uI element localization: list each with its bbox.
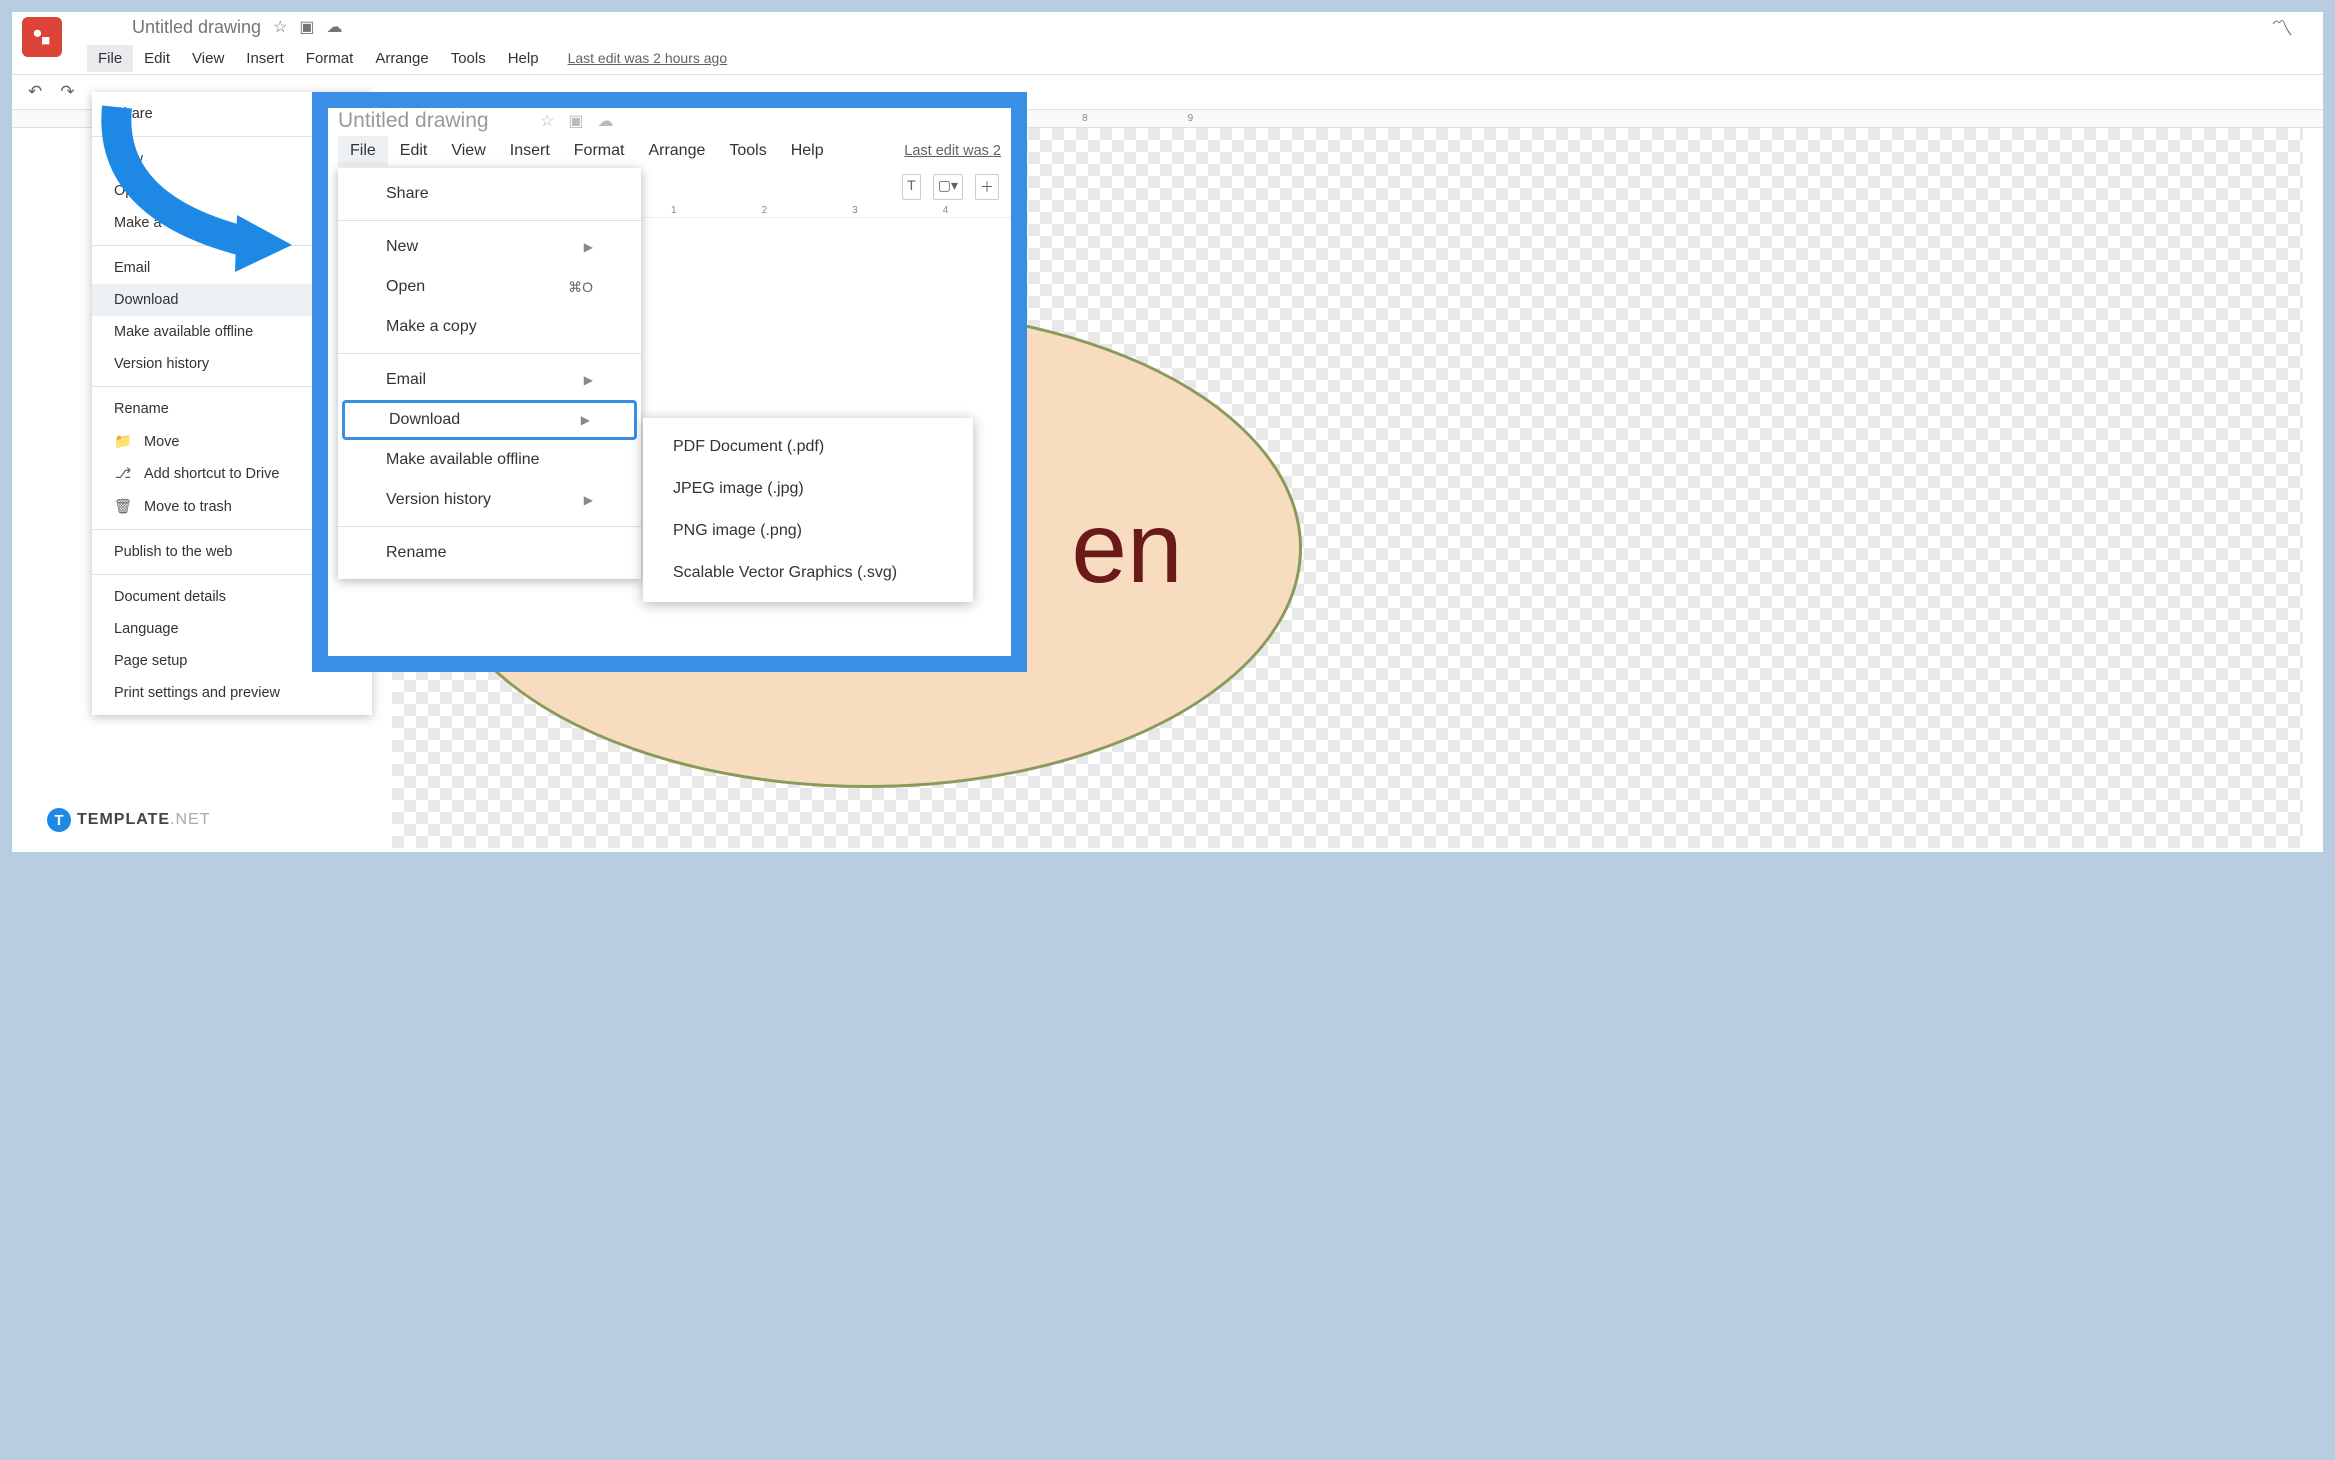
shortcut-icon: ⎇ [114, 466, 132, 482]
callout-overlay: Untitled drawing ☆ ▣ ☁ File Edit View In… [312, 92, 1027, 672]
annotation-arrow [87, 97, 297, 277]
watermark-icon: T [47, 808, 71, 832]
ruler-tick: 8 [1082, 113, 1088, 124]
callout-ruler: 1 2 3 4 [641, 204, 1011, 218]
chevron-right-icon: ▶ [584, 240, 593, 254]
menu-help[interactable]: Help [497, 45, 550, 72]
menu-format[interactable]: Format [295, 45, 365, 72]
download-pdf[interactable]: PDF Document (.pdf) [643, 426, 973, 468]
callout-menu-format[interactable]: Format [562, 136, 637, 166]
image-icon[interactable]: ▢▾ [933, 174, 963, 200]
watermark: T TEMPLATE.NET [47, 808, 210, 832]
document-title[interactable]: Untitled drawing [132, 17, 261, 38]
callout-menu-view[interactable]: View [439, 136, 497, 166]
callout-last-edit[interactable]: Last edit was 2 [904, 143, 1001, 159]
callout-menu-help[interactable]: Help [779, 136, 836, 166]
shortcut-label: ⌘O [568, 279, 593, 296]
callout-doc-title: Untitled drawing [338, 109, 528, 133]
chevron-right-icon: ▶ [581, 413, 590, 427]
redo-icon[interactable]: ↷ [54, 78, 80, 106]
callout-file-rename[interactable]: Rename [338, 533, 641, 573]
callout-menu-insert[interactable]: Insert [498, 136, 562, 166]
callout-file-download[interactable]: Download▶ [342, 400, 637, 440]
callout-file-version[interactable]: Version history▶ [338, 480, 641, 520]
callout-file-email[interactable]: Email▶ [338, 360, 641, 400]
chevron-right-icon: ▶ [584, 373, 593, 387]
title-bar: Untitled drawing ☆ ▣ ☁ 〽 [12, 12, 2323, 42]
callout-toolbar: T ▢▾ ＋ [890, 168, 1011, 206]
menu-edit[interactable]: Edit [133, 45, 181, 72]
chevron-right-icon: ▶ [584, 493, 593, 507]
comment-icon[interactable]: ＋ [975, 174, 999, 200]
oval-text: en [1071, 491, 1182, 606]
cloud-icon[interactable]: ☁ [597, 111, 613, 131]
menu-tools[interactable]: Tools [440, 45, 497, 72]
menu-arrange[interactable]: Arrange [364, 45, 439, 72]
watermark-text: TEMPLATE.NET [77, 811, 210, 829]
callout-file-offline[interactable]: Make available offline [338, 440, 641, 480]
callout-menu-arrange[interactable]: Arrange [636, 136, 717, 166]
last-edit-link[interactable]: Last edit was 2 hours ago [568, 50, 728, 66]
download-jpeg[interactable]: JPEG image (.jpg) [643, 468, 973, 510]
menu-file[interactable]: File [87, 45, 133, 72]
star-icon[interactable]: ☆ [540, 111, 554, 131]
ruler-tick: 9 [1188, 113, 1194, 124]
file-print-settings[interactable]: Print settings and preview [92, 677, 372, 709]
download-submenu: PDF Document (.pdf) JPEG image (.jpg) PN… [643, 418, 973, 602]
menu-bar: File Edit View Insert Format Arrange Too… [12, 42, 2323, 74]
callout-menu-edit[interactable]: Edit [388, 136, 440, 166]
activity-icon[interactable]: 〽 [2271, 11, 2293, 43]
callout-menu-tools[interactable]: Tools [717, 136, 778, 166]
callout-menubar: File Edit View Insert Format Arrange Too… [328, 134, 1011, 168]
folder-icon: 📁 [114, 433, 132, 450]
trash-icon: 🗑 [114, 498, 132, 515]
undo-icon[interactable]: ↶ [22, 78, 48, 106]
menu-view[interactable]: View [181, 45, 235, 72]
callout-file-share[interactable]: Share [338, 174, 641, 214]
callout-file-make-copy[interactable]: Make a copy [338, 307, 641, 347]
callout-menu-file[interactable]: File [338, 136, 388, 166]
cloud-icon[interactable]: ☁ [327, 17, 343, 37]
download-svg[interactable]: Scalable Vector Graphics (.svg) [643, 552, 973, 594]
callout-file-menu: Share New▶ Open⌘O Make a copy Email▶ Dow… [338, 168, 641, 579]
star-icon[interactable]: ☆ [273, 17, 287, 37]
menu-insert[interactable]: Insert [235, 45, 295, 72]
move-folder-icon[interactable]: ▣ [568, 111, 583, 131]
move-folder-icon[interactable]: ▣ [299, 17, 314, 37]
download-png[interactable]: PNG image (.png) [643, 510, 973, 552]
textbox-icon[interactable]: T [902, 174, 921, 200]
drawings-logo [22, 17, 62, 57]
callout-file-open[interactable]: Open⌘O [338, 267, 641, 307]
callout-file-new[interactable]: New▶ [338, 227, 641, 267]
app-window: Untitled drawing ☆ ▣ ☁ 〽 File Edit View … [12, 12, 2323, 852]
